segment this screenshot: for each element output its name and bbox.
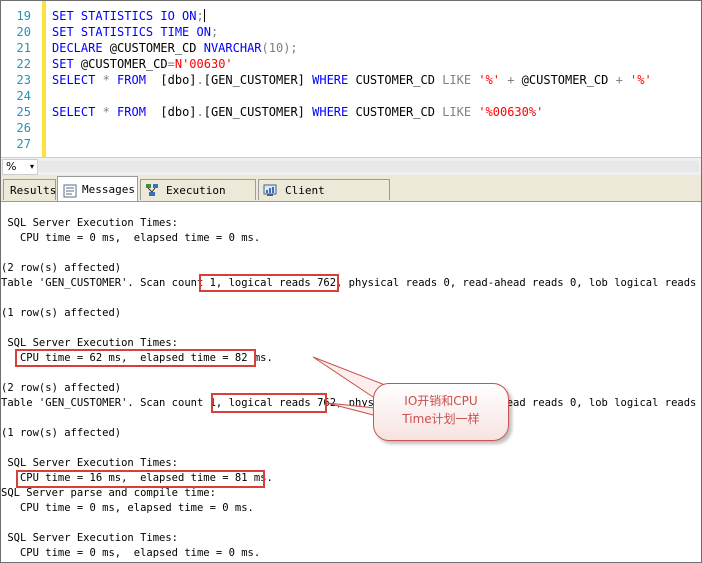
line-number: 20 [16, 25, 31, 39]
code-token: SET [52, 57, 81, 71]
zoom-dropdown[interactable]: % ▾ [2, 159, 38, 175]
code-token: (10); [261, 41, 298, 55]
message-line: (2 row(s) affected) [1, 382, 122, 394]
line-number: 21 [16, 41, 31, 55]
code-text: SELECT * FROM [dbo].[GEN_CUSTOMER] WHERE… [52, 72, 652, 88]
code-token: . [196, 105, 204, 119]
code-token: LIKE [442, 105, 479, 119]
text-cursor [203, 9, 205, 22]
line-number: 23 [16, 73, 31, 87]
code-token: @CUSTOMER_CD [80, 57, 168, 71]
tab-messages[interactable]: Messages [57, 176, 138, 201]
line-number: 25 [16, 105, 31, 119]
message-line: (1 row(s) affected) [1, 427, 122, 439]
sql-query-window: 19 SET STATISTICS IO ON; 20 SET STATISTICS … [0, 0, 702, 563]
code-token: * [102, 105, 118, 119]
code-line: 21 DECLARE @CUSTOMER_CD NVARCHAR(10); [1, 40, 701, 56]
code-line: 19 SET STATISTICS IO ON; [1, 8, 701, 24]
code-token: = [167, 57, 175, 71]
code-token: @CUSTOMER_CD [521, 73, 616, 87]
message-line: SQL Server parse and compile time: [1, 487, 216, 499]
code-text: SET STATISTICS IO ON; [52, 8, 205, 24]
code-token: '%' [630, 73, 652, 87]
code-line: 24 [1, 88, 701, 104]
message-line: (1 row(s) affected) [1, 307, 122, 319]
code-token: DECLARE [52, 41, 110, 55]
code-token: '%00630%' [478, 105, 544, 119]
highlight-logical-reads-2 [211, 393, 327, 413]
code-token: NVARCHAR [203, 41, 262, 55]
tab-execution-plan[interactable]: Execution plan [140, 179, 256, 218]
code-token: SELECT [52, 73, 103, 87]
tab-results[interactable]: Results [3, 179, 56, 200]
code-token: [dbo] [160, 105, 197, 119]
code-token: LIKE [442, 73, 479, 87]
code-line: 26 [1, 120, 701, 136]
tab-results-label: Results [10, 184, 57, 197]
callout-text-line2: Time计划一样 [402, 412, 480, 426]
message-line: SQL Server Execution Times: [1, 457, 179, 469]
code-line: 27 [1, 136, 701, 152]
code-token: N'00630' [174, 57, 233, 71]
code-token: CUSTOMER_CD [355, 73, 443, 87]
code-text: SELECT * FROM [dbo].[GEN_CUSTOMER] WHERE… [52, 104, 543, 120]
line-number: 26 [16, 121, 31, 135]
code-token: ; [210, 25, 219, 39]
code-token: WHERE [312, 105, 356, 119]
results-tab-bar: Results Messages Execution plan Client S… [1, 175, 701, 218]
code-token: '%' [478, 73, 508, 87]
code-token: SET STATISTICS IO ON [52, 9, 197, 23]
code-token: @CUSTOMER_CD [109, 41, 204, 55]
code-line: 25 SELECT * FROM [dbo].[GEN_CUSTOMER] WHE… [1, 104, 701, 120]
horizontal-scrollbar[interactable] [39, 161, 699, 172]
highlight-cpu-time-16 [16, 470, 265, 488]
code-token: . [196, 73, 204, 87]
code-token: SET STATISTICS TIME ON [52, 25, 211, 39]
message-line: CPU time = 0 ms, elapsed time = 0 ms. [1, 547, 261, 559]
highlight-cpu-time-62 [15, 349, 256, 367]
code-token: + [615, 73, 631, 87]
code-text: SET STATISTICS TIME ON; [52, 24, 218, 40]
message-line: CPU time = 0 ms, elapsed time = 0 ms. [1, 232, 261, 244]
code-text: SET @CUSTOMER_CD=N'00630' [52, 56, 233, 72]
message-line: Table 'GEN_CUSTOMER'. Scan count 1, logi… [1, 397, 701, 409]
message-line: SQL Server Execution Times: [1, 217, 179, 229]
line-number: 24 [16, 89, 31, 103]
zoom-scroll-strip: % ▾ [1, 157, 701, 175]
line-number: 22 [16, 57, 31, 71]
code-token: WHERE [312, 73, 356, 87]
code-token: FROM [117, 105, 161, 119]
query-editor[interactable]: 19 SET STATISTICS IO ON; 20 SET STATISTICS … [1, 1, 701, 157]
message-line: CPU time = 0 ms, elapsed time = 0 ms. [1, 502, 254, 514]
callout-text-line1: IO开销和CPU [404, 394, 478, 408]
message-line: Table 'GEN_CUSTOMER'. Scan count 1, logi… [1, 277, 701, 289]
code-line: 23 SELECT * FROM [dbo].[GEN_CUSTOMER] WHE… [1, 72, 701, 88]
client-statistics-icon [263, 183, 277, 197]
code-token: + [507, 73, 522, 87]
code-token: [GEN_CUSTOMER] [203, 105, 313, 119]
code-token: SELECT [52, 105, 103, 119]
message-icon [63, 182, 77, 198]
code-token: [dbo] [160, 73, 197, 87]
messages-pane[interactable]: SQL Server Execution Times: CPU time = 0… [1, 202, 701, 562]
line-number: 19 [16, 9, 31, 23]
code-token: ; [196, 9, 204, 23]
line-number: 27 [16, 137, 31, 151]
execution-plan-icon [145, 183, 159, 197]
code-token: [GEN_CUSTOMER] [203, 73, 313, 87]
code-line: 20 SET STATISTICS TIME ON; [1, 24, 701, 40]
code-line: 22 SET @CUSTOMER_CD=N'00630' [1, 56, 701, 72]
highlight-logical-reads-1 [199, 274, 339, 292]
message-line: SQL Server Execution Times: [1, 532, 179, 544]
tab-messages-label: Messages [82, 183, 135, 196]
code-token: CUSTOMER_CD [355, 105, 443, 119]
zoom-label: % [6, 160, 17, 173]
code-token: FROM [117, 73, 161, 87]
code-text: DECLARE @CUSTOMER_CD NVARCHAR(10); [52, 40, 298, 56]
code-token: * [102, 73, 118, 87]
annotation-callout: IO开销和CPU Time计划一样 [373, 383, 509, 441]
message-line: (2 row(s) affected) [1, 262, 122, 274]
tab-client-statistics[interactable]: Client Statistics [258, 179, 390, 218]
chevron-down-icon: ▾ [29, 162, 34, 171]
